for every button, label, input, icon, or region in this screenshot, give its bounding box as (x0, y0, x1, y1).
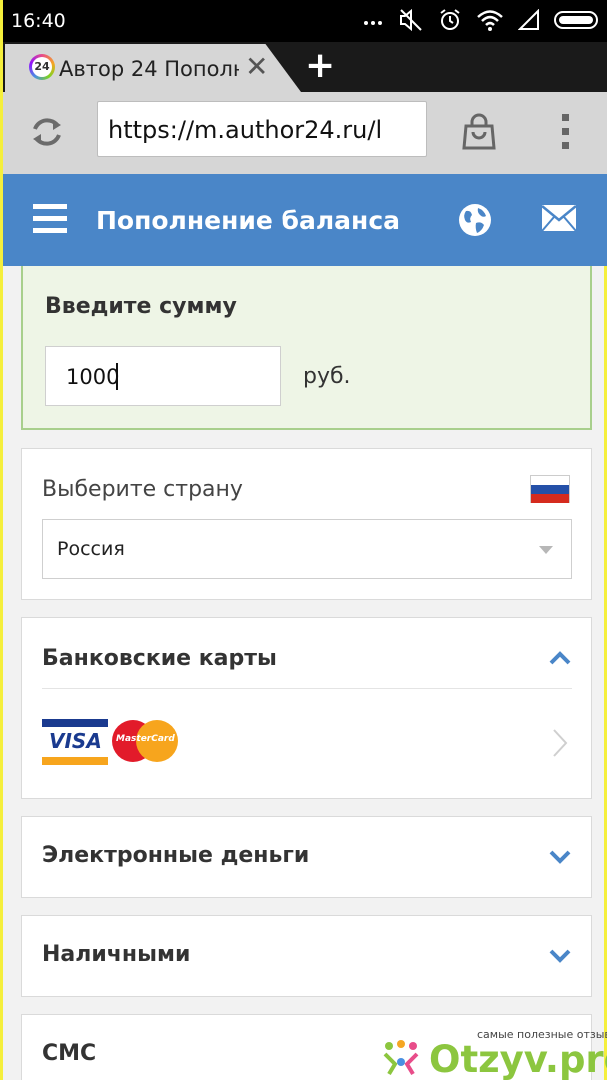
browser-toolbar: https://m.author24.ru/l (3, 92, 607, 174)
hamburger-menu-icon[interactable] (33, 204, 67, 234)
wifi-icon (477, 10, 503, 31)
otzyv-watermark: самые полезные отзывы Otzyv.pro (375, 1024, 607, 1080)
battery-icon (554, 11, 598, 29)
close-tab-icon[interactable]: ✕ (245, 53, 268, 81)
reload-icon[interactable] (27, 112, 67, 152)
globe-icon[interactable] (457, 202, 493, 238)
country-card: Выберите страну Россия (21, 448, 592, 600)
more-dots-icon (364, 21, 382, 25)
text-cursor (116, 363, 118, 390)
status-bar: 16:40 (3, 0, 607, 42)
emoney-title: Электронные деньги (42, 843, 310, 868)
mute-icon (400, 8, 422, 32)
tab-title: Автор 24 Пополн (59, 57, 239, 81)
country-selected-value: Россия (57, 538, 125, 560)
new-tab-icon[interactable]: + (305, 48, 335, 84)
watermark-brand: Otzyv.pro (429, 1038, 607, 1080)
overflow-menu-icon[interactable] (559, 112, 573, 152)
cash-section[interactable]: Наличными (21, 915, 592, 997)
chevron-down-icon[interactable] (549, 949, 571, 963)
page-title: Пополнение баланса (96, 206, 401, 235)
browser-tab[interactable]: 24 Автор 24 Пополн ✕ (5, 44, 301, 92)
amount-value: 1000 (66, 365, 120, 389)
bank-cards-section: Банковские карты VISA MasterCard (21, 617, 592, 799)
emoney-section[interactable]: Электронные деньги (21, 816, 592, 898)
sms-title: СМС (42, 1041, 97, 1066)
signal-icon (518, 9, 539, 30)
visa-logo-icon[interactable]: VISA (42, 719, 108, 765)
app-header: Пополнение баланса (3, 174, 607, 266)
mastercard-text: MasterCard (116, 734, 175, 744)
dropdown-arrow-icon (539, 546, 553, 554)
russia-flag-icon (530, 475, 570, 503)
favicon-text: 24 (32, 57, 52, 77)
mastercard-logo-icon[interactable]: MasterCard (112, 720, 178, 762)
cash-title: Наличными (42, 942, 191, 967)
visa-text: VISA (49, 729, 102, 753)
country-label: Выберите страну (42, 477, 243, 502)
alarm-icon (440, 9, 460, 30)
otzyv-logo-icon (383, 1040, 419, 1076)
divider (42, 688, 572, 689)
address-bar[interactable]: https://m.author24.ru/l (97, 101, 427, 157)
browser-tab-strip: 24 Автор 24 Пополн ✕ + (3, 42, 607, 92)
amount-unit: руб. (303, 364, 351, 389)
site-favicon-icon: 24 (29, 54, 55, 80)
country-select[interactable]: Россия (42, 519, 572, 579)
amount-card: Введите сумму 1000 руб. (21, 266, 592, 430)
address-bar-url: https://m.author24.ru/l (108, 116, 383, 144)
chevron-down-icon[interactable] (549, 850, 571, 864)
shopping-bag-icon[interactable] (459, 112, 499, 152)
chevron-right-icon[interactable] (552, 728, 568, 758)
amount-label: Введите сумму (45, 294, 237, 319)
chevron-up-icon[interactable] (549, 651, 571, 665)
bank-cards-title[interactable]: Банковские карты (42, 646, 277, 671)
mail-icon[interactable] (541, 204, 577, 232)
status-icons (362, 8, 602, 32)
status-time: 16:40 (11, 10, 66, 32)
amount-input[interactable]: 1000 (45, 346, 281, 406)
